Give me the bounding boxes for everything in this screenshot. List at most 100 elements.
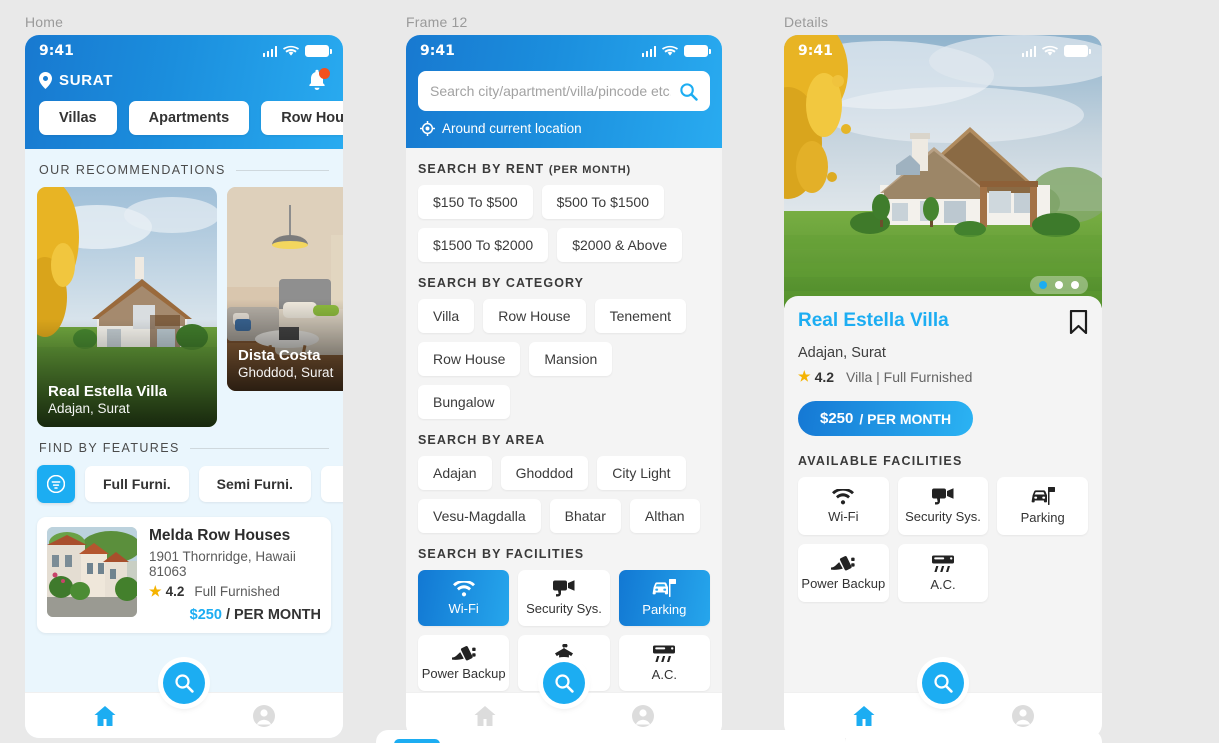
carousel-dot-active[interactable] (1039, 281, 1047, 289)
nav-home-button[interactable] (784, 705, 943, 727)
details-card: Real Estella Villa Adajan, Surat ★ 4.2 V… (784, 296, 1102, 616)
property-rating: ★ 4.2 (149, 583, 184, 600)
search-body: SEARCH BY RENT (PER MONTH) $150 To $500 … (406, 148, 722, 738)
location-row[interactable]: SURAT (25, 61, 343, 101)
status-bar: 9:41 (25, 35, 343, 61)
details-address: Adajan, Surat (798, 345, 886, 361)
search-input[interactable] (430, 83, 671, 99)
area-option[interactable]: Ghoddod (500, 456, 589, 490)
recommendations-carousel[interactable]: Real Estella Villa Adajan, Surat Dista C… (25, 187, 343, 427)
status-bar: 9:41 (784, 35, 1102, 61)
feature-chip-full-furnished[interactable]: Full Furni. (85, 466, 189, 502)
nav-home-button[interactable] (406, 705, 564, 727)
category-option[interactable]: Row House (418, 342, 521, 376)
category-option[interactable]: Tenement (594, 299, 687, 333)
feature-chip-row[interactable]: Full Furni. Semi Furni. (25, 465, 343, 503)
carousel-dot[interactable] (1071, 281, 1079, 289)
nav-profile-button[interactable] (564, 704, 722, 728)
search-header: 9:41 Search city/apartment/villa/pincode… (406, 35, 722, 148)
area-option[interactable]: City Light (597, 456, 686, 490)
area-option[interactable]: Althan (629, 499, 700, 533)
plug-icon (451, 646, 476, 661)
notification-button[interactable] (307, 68, 330, 91)
search-fab-button[interactable] (163, 662, 205, 704)
area-option[interactable]: Adajan (418, 456, 492, 490)
rent-option[interactable]: $500 To $1500 (541, 185, 664, 219)
recommendation-caption: Real Estella Villa Adajan, Surat (48, 383, 167, 416)
facility-option-security[interactable]: Security Sys. (518, 570, 610, 626)
status-icons (641, 45, 711, 57)
search-fab-button[interactable] (922, 662, 964, 704)
wifi-icon (283, 45, 299, 56)
category-chip-villas[interactable]: Villas (39, 101, 117, 135)
location-group[interactable]: SURAT (39, 71, 114, 89)
search-icon[interactable] (679, 82, 698, 101)
rent-option[interactable]: $150 To $500 (418, 185, 533, 219)
area-option[interactable]: Bhatar (549, 499, 621, 533)
nav-profile-button[interactable] (184, 704, 343, 728)
category-option[interactable]: Mansion (529, 342, 613, 376)
area-option[interactable]: Vesu-Magdalla (418, 499, 541, 533)
nav-home-button[interactable] (25, 705, 184, 727)
facility-label: Parking (642, 602, 687, 617)
details-price-button[interactable]: $250 / PER MONTH (798, 401, 974, 436)
category-options[interactable]: Villa Row House Tenement Row House Mansi… (418, 299, 710, 419)
facility-label: Parking (1020, 510, 1065, 525)
nav-profile-button[interactable] (943, 704, 1102, 728)
location-name: SURAT (59, 71, 114, 89)
area-options[interactable]: Adajan Ghoddod City Light Vesu-Magdalla … (418, 456, 710, 533)
home-icon (853, 705, 874, 726)
signal-icon (262, 45, 277, 57)
feature-chip-semi-furnished[interactable]: Semi Furni. (198, 466, 311, 502)
home-icon (474, 705, 496, 726)
search-field-container[interactable] (418, 71, 710, 111)
signal-icon (641, 45, 656, 57)
category-chip-rowhouse[interactable]: Row House (261, 101, 343, 135)
recommendation-card[interactable]: Real Estella Villa Adajan, Surat (37, 187, 217, 427)
details-price: $250 (820, 410, 854, 427)
area-filter-group: SEARCH BY AREA Adajan Ghoddod City Light… (418, 433, 710, 533)
frame-label-details: Details (784, 14, 829, 30)
rent-options[interactable]: $150 To $500 $500 To $1500 $1500 To $200… (418, 185, 710, 262)
category-option[interactable]: Villa (418, 299, 475, 333)
category-chip-apartments[interactable]: Apartments (128, 101, 250, 135)
laundry-icon (554, 643, 573, 663)
category-chip-row[interactable]: Villas Apartments Row House (25, 101, 343, 135)
property-list-item[interactable]: Melda Row Houses 1901 Thornridge, Hawaii… (37, 517, 331, 633)
feature-chip-partial[interactable] (320, 466, 343, 502)
property-hero[interactable]: 9:41 (784, 35, 1102, 308)
profile-icon (632, 704, 654, 727)
partial-frame-bottom-right (846, 730, 1102, 743)
rent-option[interactable]: $2000 & Above (557, 228, 683, 262)
facility-ac: A.C. (897, 544, 989, 602)
home-screen: 9:41 SURAT Villas Apartments Row Hou OUR… (25, 35, 343, 738)
facility-option-ac[interactable]: A.C. (618, 635, 710, 691)
plug-icon (831, 556, 855, 571)
details-price-period: / PER MONTH (859, 410, 952, 427)
facility-label: Power Backup (421, 666, 506, 681)
carousel-dots[interactable] (1030, 276, 1088, 294)
facility-power-backup: Power Backup (798, 544, 889, 602)
recommendation-caption: Dista Costa Ghoddod, Surat (238, 347, 333, 380)
parking-icon (652, 579, 677, 597)
bookmark-button[interactable] (1069, 309, 1088, 339)
property-price: $250 (189, 607, 222, 623)
facility-security: Security Sys. (897, 477, 989, 535)
facility-option-wifi[interactable]: Wi-Fi (418, 570, 510, 626)
facility-wifi: Wi-Fi (798, 477, 889, 535)
recommendation-card[interactable]: Dista Costa Ghoddod, Surat (227, 187, 343, 391)
carousel-dot[interactable] (1055, 281, 1063, 289)
frame-label-home: Home (25, 14, 64, 30)
around-current-location-button[interactable]: Around current location (406, 111, 722, 136)
rowhouse-photo (47, 527, 137, 617)
details-meta: ★ 4.2 Villa | Full Furnished (798, 368, 1088, 385)
facility-option-parking[interactable]: Parking (618, 570, 710, 626)
recommendation-name: Real Estella Villa (48, 383, 167, 400)
rent-option[interactable]: $1500 To $2000 (418, 228, 549, 262)
filter-button[interactable] (37, 465, 75, 503)
category-option[interactable]: Bungalow (418, 385, 510, 419)
facility-label: Security Sys. (526, 601, 602, 616)
category-option[interactable]: Row House (483, 299, 586, 333)
search-fab-button[interactable] (543, 662, 585, 704)
facility-option-power-backup[interactable]: Power Backup (418, 635, 510, 691)
